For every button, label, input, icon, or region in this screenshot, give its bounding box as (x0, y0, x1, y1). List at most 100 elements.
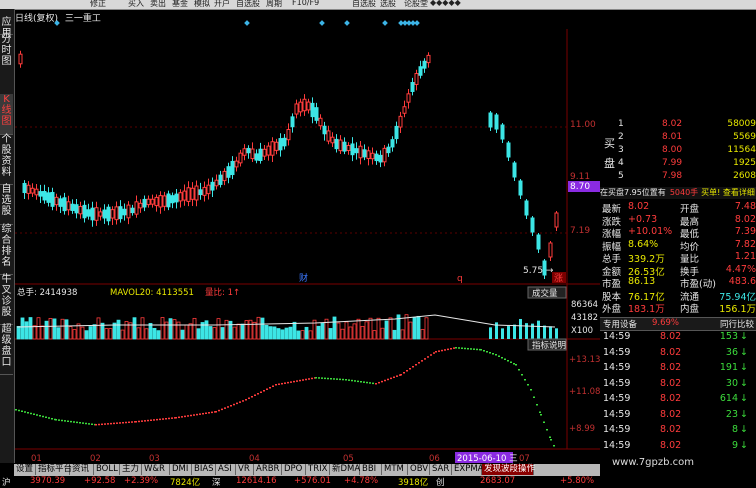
indicator-dot (489, 352, 491, 354)
candle (226, 166, 231, 178)
indicator-dot (79, 422, 81, 424)
indicator-dot (464, 347, 466, 350)
indicator-dot (470, 348, 472, 350)
indicator-tab[interactable]: 设置 (14, 464, 36, 475)
indicator-dot (513, 363, 515, 365)
side-tab-2[interactable]: K线图 (0, 94, 13, 135)
toolbar-item[interactable]: 买入 (128, 0, 144, 9)
side-tab-4[interactable]: 自选股 (0, 184, 13, 225)
indicator-tab[interactable]: SAR (430, 464, 452, 475)
volume-bar (376, 317, 381, 340)
tick-row: 14:59 8.02 8 ↓ (600, 424, 756, 437)
indicator-tab[interactable]: TRIX (306, 464, 330, 475)
indicator-tab[interactable]: 资讯 (70, 464, 94, 475)
volume-bar (328, 328, 333, 340)
volume-bar (172, 319, 177, 340)
finance-marker: 财 (299, 272, 308, 284)
candle (210, 181, 215, 191)
candle (338, 139, 343, 152)
indicator-dot (527, 384, 529, 386)
toolbar-item[interactable]: 开户 (214, 0, 230, 9)
tick-price: 8.02 (660, 424, 682, 435)
volume-bar (56, 327, 61, 340)
candle (130, 207, 135, 214)
side-tab-1[interactable]: 分时图 (0, 34, 13, 95)
indicator-dot (135, 421, 137, 423)
volume-bar (416, 315, 421, 340)
indicator-tab[interactable]: BIAS (192, 464, 216, 475)
candle (118, 206, 123, 220)
toolbar-item[interactable]: ◆◆◆◆◆ (430, 0, 461, 7)
kline-chart-area[interactable]: 日线(复权) 三一重工 11.00 9.11 8.70 7.19 5.75 → 财 q 涨总手… (15, 9, 600, 463)
side-tab-3[interactable]: 个股资料 (0, 134, 13, 185)
candle (378, 154, 383, 163)
toolbar-item[interactable]: 基金 (172, 0, 188, 9)
toolbar-item[interactable]: 论股堂 (404, 0, 428, 9)
candle (278, 138, 283, 151)
candle (310, 102, 315, 118)
candle (206, 184, 211, 195)
signal-diamond (382, 20, 388, 26)
volume-bar (260, 317, 265, 340)
side-tab-5[interactable]: 综合排名 (0, 224, 13, 275)
candle (238, 152, 243, 164)
order-notice[interactable]: 在买盘7.95位置有 5040手 买单! 查看详细 (600, 187, 756, 199)
candle (114, 206, 119, 221)
indicator-tab[interactable]: DPO (282, 464, 306, 475)
candle (326, 130, 331, 142)
candle (142, 198, 147, 208)
indicator-dot (504, 358, 506, 360)
stat-row: 外盘 183.1万 内盘 156.1万 (600, 301, 756, 315)
indicator-dot (351, 379, 353, 382)
candle (554, 212, 559, 228)
volume-axis-label: 43182 (571, 313, 598, 323)
indicator-dot (366, 381, 368, 384)
indicator-dot (406, 370, 408, 372)
tick-direction: ↓ (740, 439, 748, 451)
sector-compare-link[interactable]: 同行比较 (720, 318, 754, 330)
toolbar-item[interactable]: 卖出 (150, 0, 166, 9)
indicator-tab[interactable]: 新DMA (330, 464, 360, 475)
indicator-dot (378, 381, 380, 384)
candle (82, 204, 87, 219)
indicator-tab[interactable]: VR (236, 464, 254, 475)
indicator-tab[interactable]: 指标平台 (36, 464, 72, 475)
candle (162, 195, 167, 207)
side-tab-0[interactable]: 应用 (0, 17, 13, 39)
toolbar-item[interactable]: 自选股 (236, 0, 260, 9)
toolbar-item[interactable]: 选股 (380, 0, 396, 9)
volume-bar (16, 325, 21, 340)
tick-price: 8.02 (660, 439, 682, 451)
volume-bar (304, 326, 309, 340)
toolbar-item[interactable]: F10/F9 (292, 0, 319, 7)
candle (374, 153, 379, 162)
stat-row: 金额 26.53亿 换手 4.47% (600, 264, 756, 278)
toolbar-item[interactable]: 修正 (90, 0, 106, 9)
indicator-tab[interactable]: BBI (360, 464, 382, 475)
indicator-dot (461, 347, 463, 349)
indicator-dot (360, 381, 362, 383)
chart-canvas[interactable]: 11.00 9.118.70 7.19 5.75 → 财 q 涨总手: 2414938 MAV… (15, 9, 600, 463)
candle (182, 190, 187, 201)
indicator-tab[interactable]: EXPMA (452, 464, 483, 475)
indicator-tab[interactable]: 主力 (120, 464, 142, 475)
volume-bar (192, 317, 197, 340)
sector-bar[interactable]: 专用设备 9.69% 同行比较 (600, 317, 756, 331)
indicator-tab[interactable]: 发现波段操作 (482, 464, 535, 475)
indicator-dot (39, 415, 41, 417)
indicator-dot (293, 380, 295, 383)
indicator-dot (168, 417, 170, 420)
toolbar-item[interactable]: 自选股 (352, 0, 376, 9)
toolbar-item[interactable]: 周期 (266, 0, 282, 9)
indicator-tab[interactable]: BOLL (94, 464, 120, 475)
indicator-tab[interactable]: ASI (216, 464, 236, 475)
indicator-tab[interactable]: MTM (382, 464, 408, 475)
toolbar-item[interactable]: 模拟 (194, 0, 210, 9)
indicator-tab[interactable]: DMI (170, 464, 192, 475)
indicator-tab[interactable]: W&R (142, 464, 170, 475)
order-index: 1 (618, 119, 624, 129)
side-tab-6[interactable]: 牛叉诊股 (0, 274, 13, 325)
indicator-tab[interactable]: ARBR (254, 464, 282, 475)
side-tab-7[interactable]: 超级盘口 (0, 324, 13, 375)
indicator-tab[interactable]: OBV (408, 464, 430, 475)
